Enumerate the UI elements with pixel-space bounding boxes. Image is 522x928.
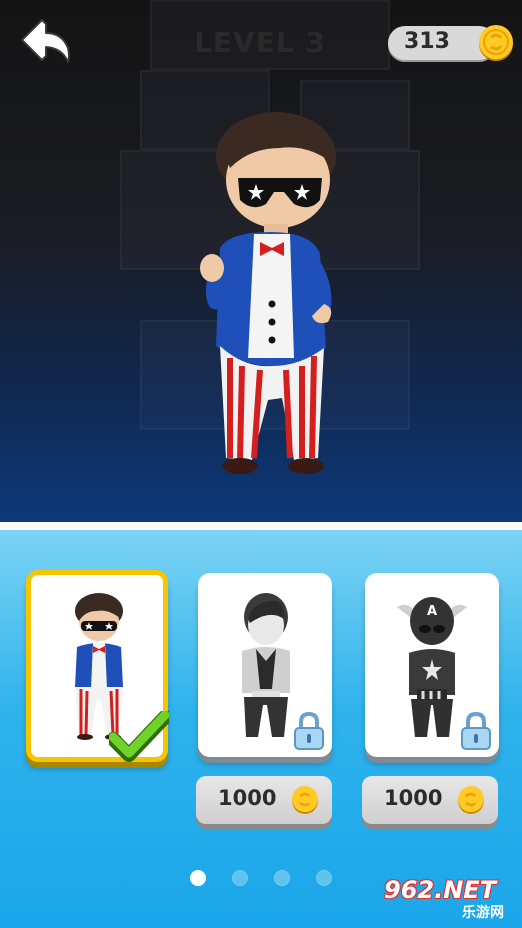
player-character bbox=[200, 112, 336, 474]
buy-button-captain[interactable]: 1000 bbox=[362, 776, 498, 824]
coin-icon bbox=[479, 25, 513, 61]
skin-card-plain[interactable] bbox=[198, 573, 332, 757]
level-label: LEVEL 3 bbox=[194, 26, 326, 59]
price-label: 1000 bbox=[218, 786, 277, 810]
skin-card-captain[interactable]: A bbox=[365, 573, 499, 757]
svg-text:A: A bbox=[427, 604, 437, 619]
watermark-sub: 乐游网 bbox=[462, 905, 504, 921]
check-icon bbox=[109, 711, 169, 762]
skin-card-uncle-sam[interactable] bbox=[26, 570, 169, 762]
coin-icon bbox=[458, 786, 484, 814]
watermark: 962.NET 乐游网 bbox=[380, 876, 518, 924]
back-arrow-icon[interactable] bbox=[16, 16, 74, 66]
buy-button-plain[interactable]: 1000 bbox=[196, 776, 332, 824]
coin-count: 313 bbox=[404, 29, 450, 54]
watermark-main: 962.NET bbox=[384, 876, 497, 904]
page-indicator bbox=[190, 870, 340, 886]
page-dot-1[interactable] bbox=[190, 870, 206, 886]
lock-icon bbox=[461, 711, 491, 750]
price-label: 1000 bbox=[384, 786, 443, 810]
coin-icon bbox=[292, 786, 318, 814]
skin-shop-panel: A 1000 1000 962.NET 乐游网 bbox=[0, 530, 522, 928]
game-scene: LEVEL 3 313 bbox=[0, 0, 522, 522]
page-dot-3[interactable] bbox=[274, 870, 290, 886]
panel-divider bbox=[0, 522, 522, 530]
page-dot-2[interactable] bbox=[232, 870, 248, 886]
page-dot-4[interactable] bbox=[316, 870, 332, 886]
lock-icon bbox=[294, 711, 324, 750]
